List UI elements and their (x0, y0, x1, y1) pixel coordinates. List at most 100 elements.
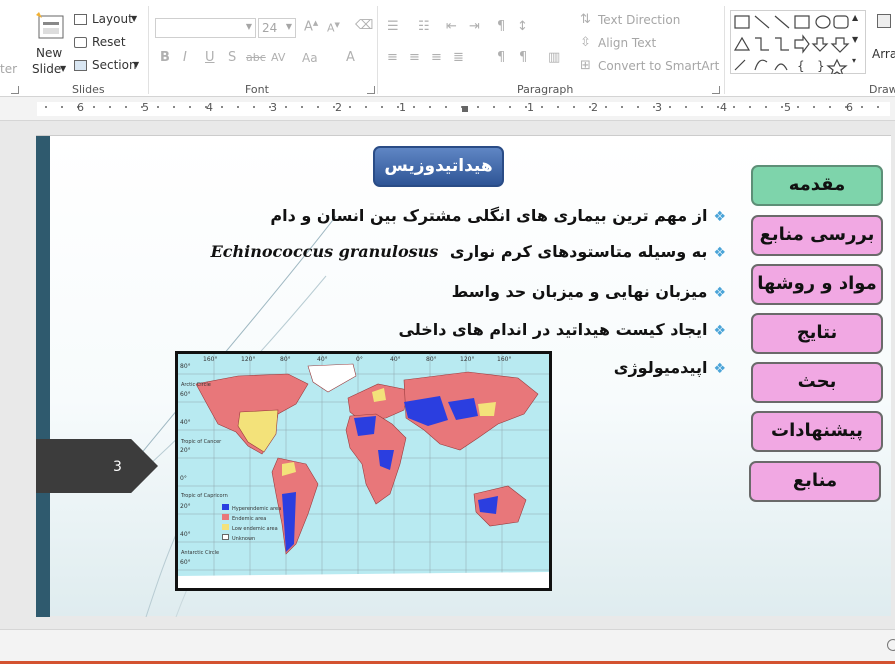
status-circle-icon[interactable] (887, 639, 895, 651)
ruler-tick (301, 106, 303, 108)
ribbon-cutoff-label: ter (0, 62, 18, 76)
map-legend: Hyperendemic area Endemic area Low endem… (222, 504, 292, 544)
map-left-label: 40° (180, 531, 191, 538)
bold-button[interactable]: B (160, 50, 170, 65)
grow-font-icon[interactable]: A▲ (304, 19, 318, 34)
ruler-center-marker (462, 106, 468, 112)
bullet-item[interactable]: ❖ به وسیله متاستودهای کرم نواری Echinococ… (211, 242, 726, 261)
text-direction-icon: ⇅ (580, 12, 591, 27)
ruler-tick (509, 106, 511, 108)
map-top-label: 80° (280, 356, 291, 363)
font-size-value: 24 (262, 21, 278, 35)
legend-label: Endemic area (232, 516, 267, 522)
legend-item: Low endemic area (222, 524, 292, 534)
align-text-button[interactable]: ⇳ Align Text (580, 35, 680, 53)
bullet-item[interactable]: ❖ ایجاد کیست هیداتید در اندام های داخلی (399, 320, 727, 339)
ribbon: ter New Slide ▼ Layout ▼ Reset Section ▼… (0, 0, 895, 97)
ruler-tick (541, 106, 543, 108)
ruler-number: 6 (77, 101, 84, 114)
new-slide-icon (36, 12, 64, 39)
bullet-text: از مهم ترین بیماری های انگلی مشترک بین ا… (270, 206, 708, 225)
section-button[interactable]: Section ▼ (74, 58, 144, 76)
diamond-bullet-icon: ❖ (713, 361, 726, 377)
nav-button-results[interactable]: نتایج (751, 313, 883, 354)
rtl-direction-icon[interactable]: ¶ (519, 50, 527, 65)
ruler-tick (381, 106, 383, 108)
dialog-launcher-icon[interactable] (11, 86, 19, 94)
italic-button[interactable]: I (183, 50, 187, 65)
increase-indent-icon[interactable]: ⇥ (469, 19, 480, 34)
tropic-cancer-label: Tropic of Cancer (181, 439, 222, 445)
text-direction-button[interactable]: ⇅ Text Direction (580, 12, 690, 30)
bullet-latin-text: Echinococcus granulosus (210, 242, 439, 261)
bullet-text: ایجاد کیست هیداتید در اندام های داخلی (398, 320, 708, 339)
bullet-item[interactable]: ❖ اپیدمیولوژی (614, 358, 726, 377)
justify-icon[interactable]: ≣ (453, 50, 464, 65)
nav-button-discussion[interactable]: بحث (751, 362, 883, 403)
character-spacing-button[interactable]: AV (271, 51, 285, 64)
slide-left-bar (36, 136, 50, 617)
ltr-direction-icon[interactable]: ¶ (497, 50, 505, 65)
font-name-combo[interactable]: ▼ (155, 18, 256, 38)
ruler-number: 4 (206, 101, 213, 114)
clear-formatting-icon[interactable]: ⌫ (355, 18, 373, 33)
underline-button[interactable]: U (205, 50, 215, 65)
bullet-item[interactable]: ❖ میزبان نهایی و میزبان حد واسط (452, 282, 726, 301)
bullet-text: به وسیله متاستودهای کرم نواری (449, 242, 708, 261)
diamond-bullet-icon: ❖ (713, 285, 726, 301)
legend-label: Unknown (232, 536, 256, 542)
decrease-indent-icon[interactable]: ⇤ (446, 19, 457, 34)
arrange-button[interactable]: Arra (872, 10, 895, 70)
ruler-tick (685, 106, 687, 108)
layout-button[interactable]: Layout ▼ (74, 12, 144, 30)
antarctic-circle-label: Antarctic Circle (181, 550, 220, 556)
reset-icon (74, 37, 87, 48)
ruler-number: 5 (142, 101, 149, 114)
convert-smartart-button[interactable]: ⊞ Convert to SmartArt (580, 58, 720, 76)
world-map-image[interactable]: 160° 120° 80° 40° 0° 40° 80° 120° 160° 8… (175, 351, 552, 591)
ruler-tick (877, 106, 879, 108)
align-right-icon[interactable]: ≡ (431, 50, 442, 65)
nav-button-references[interactable]: منابع (749, 461, 881, 502)
ruler-number: 1 (527, 101, 534, 114)
strikethrough-button[interactable]: abc (246, 51, 266, 64)
dialog-launcher-icon[interactable] (367, 86, 375, 94)
new-slide-button[interactable]: New Slide ▼ (32, 8, 68, 80)
slide-title[interactable]: هیداتیدوزیس (373, 146, 504, 187)
section-icon (74, 60, 87, 71)
nav-button-introduction[interactable]: مقدمه (751, 165, 883, 206)
slide[interactable]: 3 هیداتیدوزیس ❖ از مهم ترین بیماری های ان… (36, 135, 891, 617)
align-text-label: Align Text (598, 36, 657, 50)
ruler-tick (493, 106, 495, 108)
bullets-icon[interactable]: ☰ (387, 19, 399, 34)
chevron-down-icon: ▼ (131, 14, 138, 23)
bullet-item[interactable]: ❖ از مهم ترین بیماری های انگلی مشترک بین … (270, 206, 726, 225)
columns-icon[interactable]: ▥ (548, 50, 560, 65)
change-case-button[interactable]: Aa (302, 51, 318, 65)
font-color-button[interactable]: A (346, 50, 355, 65)
convert-smartart-label: Convert to SmartArt (598, 59, 720, 73)
nav-button-methods[interactable]: مواد و روشها (751, 264, 883, 305)
text-direction-rtl-icon[interactable]: ¶ (497, 19, 505, 34)
font-size-combo[interactable]: 24 ▼ (258, 18, 296, 38)
chevron-down-icon: ▼ (852, 35, 859, 44)
chevron-up-icon: ▲ (852, 13, 859, 22)
reset-button[interactable]: Reset (74, 35, 134, 53)
tropic-capricorn-label: Tropic of Capricorn (181, 493, 228, 499)
ruler-tick (637, 106, 639, 108)
dialog-launcher-icon[interactable] (712, 86, 720, 94)
shrink-font-icon[interactable]: A▼ (327, 21, 340, 35)
chevron-down-icon: ▼ (60, 64, 67, 73)
layout-label: Layout (92, 12, 133, 26)
shadow-button[interactable]: S (228, 50, 236, 65)
shapes-gallery[interactable]: { } ▲ ▼ ▾ (730, 10, 866, 74)
numbering-icon[interactable]: ☷ (418, 19, 430, 34)
align-center-icon[interactable]: ≡ (409, 50, 420, 65)
nav-button-suggestions[interactable]: پیشنهادات (751, 411, 883, 452)
line-spacing-icon[interactable]: ↕ (517, 19, 528, 34)
align-text-icon: ⇳ (580, 35, 591, 50)
align-left-icon[interactable]: ≡ (387, 50, 398, 65)
ruler-tick (349, 106, 351, 108)
nav-button-literature[interactable]: بررسی منابع (751, 215, 883, 256)
ruler-number: 3 (655, 101, 662, 114)
